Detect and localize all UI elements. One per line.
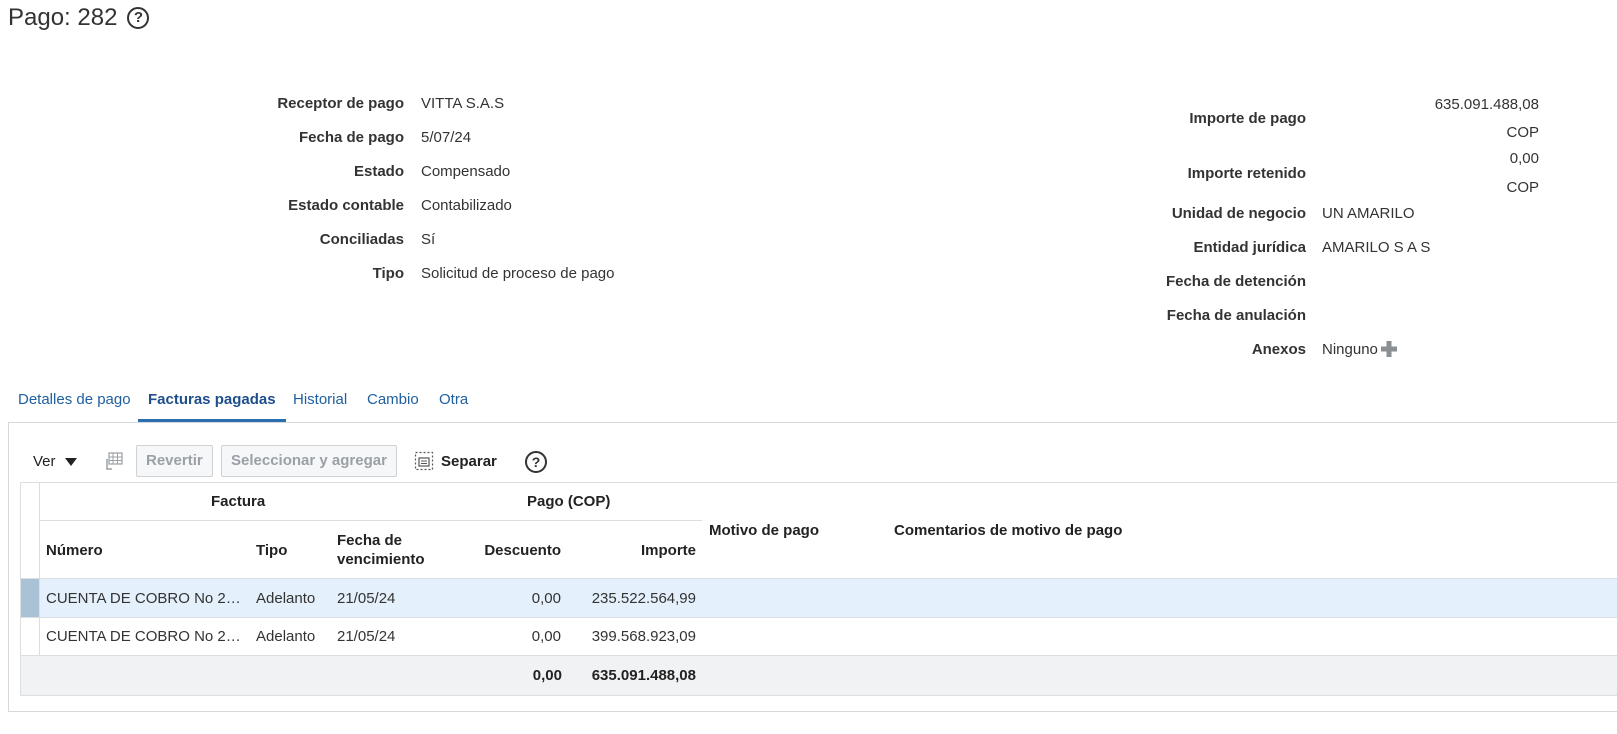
group-header-pago: Pago (COP) xyxy=(527,493,611,510)
importe-retenido-amount: 0,00 xyxy=(1509,150,1539,167)
conciliadas-label: Conciliadas xyxy=(319,231,404,248)
importe-pago-currency: COP xyxy=(1506,124,1539,141)
table-row-1-descuento: 0,00 xyxy=(531,590,561,607)
separar-button[interactable]: Separar xyxy=(441,453,497,470)
estado-value: Compensado xyxy=(421,163,511,180)
total-descuento: 0,00 xyxy=(532,667,562,684)
page-title-text: Pago: 282 xyxy=(8,4,118,31)
question-circle-icon[interactable]: ? xyxy=(127,7,150,29)
entidad-juridica-value: AMARILO S A S xyxy=(1322,239,1431,256)
tab-facturas-pagadas[interactable]: Facturas pagadas xyxy=(138,388,286,422)
revertir-button[interactable]: Revertir xyxy=(136,445,213,477)
table-row-2-tipo: Adelanto xyxy=(256,628,316,645)
tipo-label: Tipo xyxy=(372,265,404,282)
tab-detalles-pago[interactable]: Detalles de pago xyxy=(18,388,131,420)
estado-contable-value: Contabilizado xyxy=(421,197,512,214)
tab-historial[interactable]: Historial xyxy=(293,388,347,420)
totals-row xyxy=(20,656,1617,695)
anexos-value: Ninguno xyxy=(1322,341,1378,358)
detach-icon[interactable] xyxy=(414,451,434,471)
grid-bottom-border xyxy=(20,695,1617,696)
total-importe: 635.091.488,08 xyxy=(591,667,696,684)
table-row-1-fecha: 21/05/24 xyxy=(337,590,396,607)
question-circle-icon[interactable]: ? xyxy=(525,451,547,473)
seleccionar-agregar-button[interactable]: Seleccionar y agregar xyxy=(221,445,397,477)
column-header-motivo[interactable]: Motivo de pago xyxy=(709,522,819,539)
table-row-1-numero[interactable]: CUENTA DE COBRO No 2… xyxy=(46,590,241,607)
receptor-label: Receptor de pago xyxy=(277,95,404,112)
receptor-value: VITTA S.A.S xyxy=(421,95,505,112)
importe-pago-amount: 635.091.488,08 xyxy=(1434,96,1539,113)
unidad-negocio-label: Unidad de negocio xyxy=(1171,205,1306,222)
table-row-1-tipo: Adelanto xyxy=(256,590,316,607)
importe-pago-label: Importe de pago xyxy=(1189,110,1306,127)
fecha-pago-label: Fecha de pago xyxy=(298,129,404,146)
group-header-divider xyxy=(39,520,702,521)
table-row-2-numero[interactable]: CUENTA DE COBRO No 2… xyxy=(46,628,241,645)
importe-retenido-label: Importe retenido xyxy=(1187,165,1306,182)
column-header-comentarios[interactable]: Comentarios de motivo de pago xyxy=(894,522,1122,539)
table-row-2-fecha: 21/05/24 xyxy=(337,628,396,645)
fecha-anulacion-label: Fecha de anulación xyxy=(1166,307,1306,324)
ver-menu[interactable]: Ver xyxy=(33,453,77,470)
column-header-fecha-2[interactable]: vencimiento xyxy=(337,551,425,568)
tab-otra[interactable]: Otra xyxy=(439,388,468,420)
column-header-numero[interactable]: Número xyxy=(46,542,103,559)
column-header-tipo[interactable]: Tipo xyxy=(256,542,287,559)
conciliadas-value: Sí xyxy=(421,231,436,248)
estado-label: Estado xyxy=(353,163,404,180)
column-header-importe[interactable]: Importe xyxy=(641,542,696,559)
ver-label: Ver xyxy=(33,453,56,470)
unidad-negocio-value: UN AMARILO xyxy=(1322,205,1415,222)
row-selection-indicator xyxy=(20,579,39,617)
caret-down-icon xyxy=(64,458,77,467)
tipo-value: Solicitud de proceso de pago xyxy=(421,265,615,282)
page-title: Pago: 282 ? xyxy=(8,4,150,32)
importe-retenido-currency: COP xyxy=(1506,179,1539,196)
selector-column-border xyxy=(39,482,40,655)
column-header-fecha-1[interactable]: Fecha de xyxy=(337,532,402,549)
row-divider xyxy=(20,655,1617,656)
tab-cambio[interactable]: Cambio xyxy=(367,388,419,420)
grid-left-border xyxy=(20,482,21,695)
table-row-1-importe: 235.522.564,99 xyxy=(591,590,696,607)
tab-bar: Detalles de pago Facturas pagadas Histor… xyxy=(0,388,600,422)
plus-icon[interactable] xyxy=(1380,340,1398,358)
row-divider xyxy=(20,617,1617,618)
anexos-label: Anexos xyxy=(1251,341,1306,358)
table-row-2-importe: 399.568.923,09 xyxy=(591,628,696,645)
header-bottom-border xyxy=(20,578,1617,579)
fecha-pago-value: 5/07/24 xyxy=(421,129,472,146)
column-header-descuento[interactable]: Descuento xyxy=(484,542,561,559)
entidad-juridica-label: Entidad jurídica xyxy=(1193,239,1306,256)
table-row-2-descuento: 0,00 xyxy=(531,628,561,645)
freeze-columns-icon[interactable] xyxy=(104,451,124,471)
grid-top-border xyxy=(20,482,1617,483)
estado-contable-label: Estado contable xyxy=(288,197,404,214)
fecha-detencion-label: Fecha de detención xyxy=(1165,273,1306,290)
group-header-factura: Factura xyxy=(211,493,266,510)
